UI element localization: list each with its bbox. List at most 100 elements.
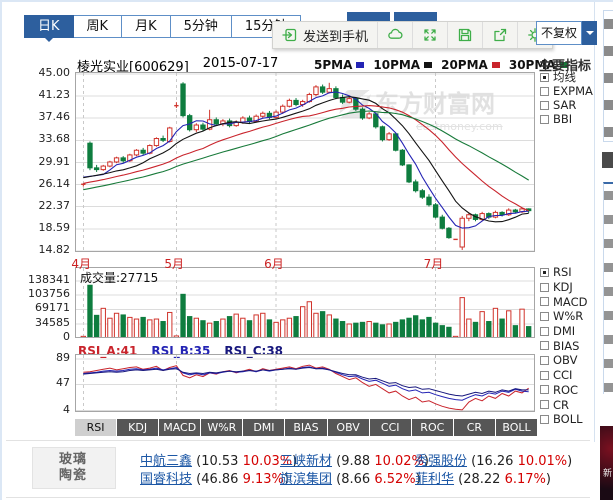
checkbox-icon xyxy=(540,101,549,110)
indicator-option-ROC[interactable]: ROC xyxy=(540,383,587,398)
axis-label: 33.68 xyxy=(24,132,70,145)
ad-text: 新 xyxy=(603,466,612,479)
cloud-button[interactable] xyxy=(378,22,413,48)
checkbox-icon xyxy=(540,371,549,380)
checkbox-icon xyxy=(540,327,549,336)
indicator-tab-MACD[interactable]: MACD xyxy=(159,419,200,436)
overlay-option-BBI[interactable]: BBI xyxy=(540,112,593,126)
stock-price: (9.88 xyxy=(332,454,374,469)
axis-label: 89 xyxy=(36,351,70,364)
option-label: RSI xyxy=(553,265,572,279)
share-icon xyxy=(492,27,508,43)
axis-label: 0 xyxy=(24,330,70,343)
overlay-option-EXPMA[interactable]: EXPMA xyxy=(540,84,593,98)
send-to-phone-label: 发送到手机 xyxy=(303,26,368,45)
axis-label: 26.14 xyxy=(24,177,70,190)
cutoff-panel-list xyxy=(603,182,613,394)
option-label: ROC xyxy=(553,383,578,397)
chart-toolbar: 发送到手机 xyxy=(272,21,553,49)
indicator-tab-OBV[interactable]: OBV xyxy=(328,419,369,436)
stock-change: 9.13% xyxy=(243,472,284,487)
stock-link[interactable]: 秀强股份 xyxy=(415,454,467,469)
legend-label: 10PMA xyxy=(373,58,420,72)
period-tab-周K[interactable]: 周K xyxy=(73,15,123,38)
axis-label: 47 xyxy=(36,376,70,389)
axis-label: 29.91 xyxy=(24,155,70,168)
checkbox-icon xyxy=(540,312,549,321)
axis-label: 4 xyxy=(36,403,70,416)
option-label: CR xyxy=(553,398,569,412)
save-icon xyxy=(457,27,473,43)
indicator-option-OBV[interactable]: OBV xyxy=(540,353,587,368)
indicator-tab-DMI[interactable]: DMI xyxy=(243,419,284,436)
indicator-option-MACD[interactable]: MACD xyxy=(540,294,587,309)
stock-price: (16.26 xyxy=(467,454,518,469)
stock-link[interactable]: 国睿科技 xyxy=(140,472,192,487)
indicator-tab-W%R[interactable]: W%R xyxy=(201,419,242,436)
save-button[interactable] xyxy=(448,22,483,48)
stock-change: 6.17% xyxy=(505,472,546,487)
indicator-option-BOLL[interactable]: BOLL xyxy=(540,412,587,427)
share-button[interactable] xyxy=(483,22,518,48)
ticker-stock: 国睿科技 (46.86 9.13%) xyxy=(140,468,289,487)
indicator-option-CCI[interactable]: CCI xyxy=(540,368,587,383)
send-to-phone-button[interactable]: 发送到手机 xyxy=(273,22,378,48)
period-tab-月K[interactable]: 月K xyxy=(121,15,171,38)
legend-label: 20PMA xyxy=(441,58,488,72)
option-label: MACD xyxy=(553,295,587,309)
axis-label: 103756 xyxy=(24,287,70,300)
rsi-chart[interactable] xyxy=(75,354,535,412)
divider xyxy=(6,440,590,441)
ticker-stock: 三峡新材 (9.88 10.02%) xyxy=(280,450,429,469)
stock-link[interactable]: 旗滨集团 xyxy=(280,472,332,487)
paren: ) xyxy=(546,472,551,487)
option-label: KDJ xyxy=(553,280,573,294)
indicator-tab-CR[interactable]: CR xyxy=(454,419,495,436)
stock-link[interactable]: 中航三鑫 xyxy=(140,454,192,469)
indicator-option-RSI[interactable]: RSI xyxy=(540,265,587,280)
option-label: 均线 xyxy=(553,69,576,85)
option-label: BOLL xyxy=(553,412,583,426)
indicator-tabs: RSIKDJMACDW%RDMIBIASOBVCCIROCCRBOLL xyxy=(75,419,537,436)
ad-banner[interactable]: 新 xyxy=(600,426,613,500)
ticker-stock: 中航三鑫 (10.53 10.03%) xyxy=(140,450,297,469)
option-label: BIAS xyxy=(553,339,579,353)
stock-price: (10.53 xyxy=(192,454,243,469)
ticker-stock: 秀强股份 (16.26 10.01%) xyxy=(415,450,572,469)
checkbox-icon xyxy=(540,400,549,409)
stock-change: 10.01% xyxy=(518,454,568,469)
axis-label: 18.59 xyxy=(24,221,70,234)
indicator-tab-KDJ[interactable]: KDJ xyxy=(117,419,158,436)
indicator-tab-CCI[interactable]: CCI xyxy=(370,419,411,436)
indicator-tab-BIAS[interactable]: BIAS xyxy=(285,419,326,436)
option-label: CCI xyxy=(553,368,572,382)
dropdown-arrow-icon[interactable] xyxy=(582,21,597,45)
legend-item: 5PMA xyxy=(314,58,364,72)
stock-link[interactable]: 菲利华 xyxy=(415,472,454,487)
adjust-dropdown[interactable]: 不复权 xyxy=(536,21,597,45)
checkbox-icon xyxy=(540,385,549,394)
indicator-option-DMI[interactable]: DMI xyxy=(540,324,587,339)
period-tab-5分钟[interactable]: 5分钟 xyxy=(170,15,232,38)
fullscreen-button[interactable] xyxy=(413,22,448,48)
checkbox-icon xyxy=(540,356,549,365)
option-label: EXPMA xyxy=(553,84,593,98)
legend-item: 10PMA xyxy=(373,58,432,72)
legend-color-swatch xyxy=(424,62,432,68)
indicator-option-CR[interactable]: CR xyxy=(540,397,587,412)
kline-chart[interactable] xyxy=(75,72,535,252)
overlay-option-均线[interactable]: 均线 xyxy=(540,70,593,84)
stock-link[interactable]: 三峡新材 xyxy=(280,454,332,469)
ticker-stock: 旗滨集团 (8.66 6.52%) xyxy=(280,468,421,487)
indicator-option-KDJ[interactable]: KDJ xyxy=(540,280,587,295)
indicator-option-W%R[interactable]: W%R xyxy=(540,309,587,324)
overlay-option-SAR[interactable]: SAR xyxy=(540,98,593,112)
indicator-tab-BOLL[interactable]: BOLL xyxy=(496,419,537,436)
axis-label: 14.82 xyxy=(24,243,70,256)
period-tab-日K[interactable]: 日K xyxy=(24,15,74,38)
indicator-tab-RSI[interactable]: RSI xyxy=(75,419,116,436)
indicator-tab-ROC[interactable]: ROC xyxy=(412,419,453,436)
legend-color-swatch xyxy=(492,62,500,68)
indicator-option-BIAS[interactable]: BIAS xyxy=(540,338,587,353)
axis-label: 34585 xyxy=(24,316,70,329)
